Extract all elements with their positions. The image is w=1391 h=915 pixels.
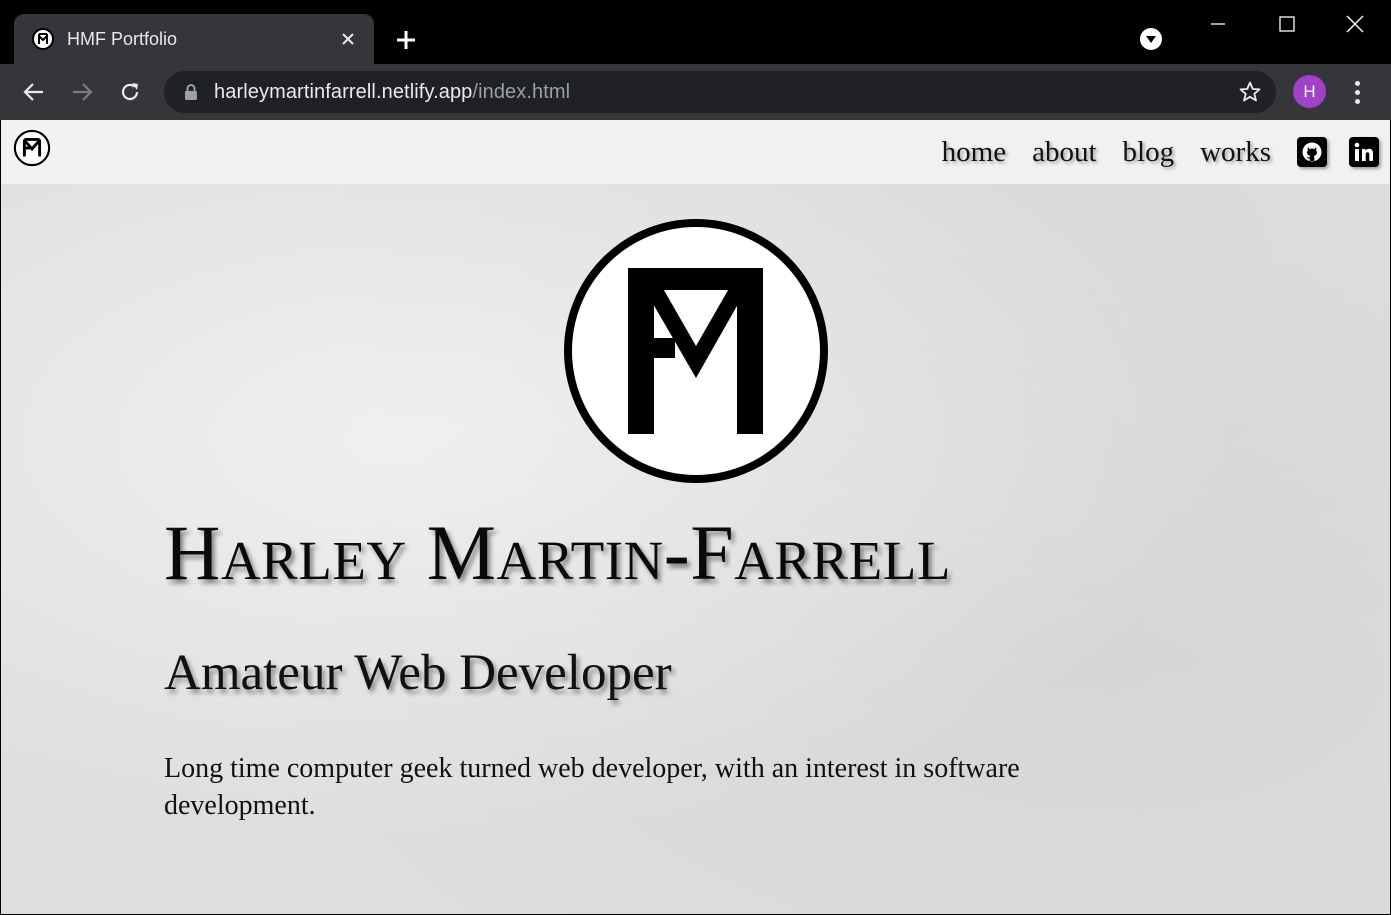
nav-link-works[interactable]: works [1200, 136, 1271, 169]
browser-toolbar: harleymartinfarrell.netlify.app/index.ht… [0, 64, 1391, 120]
forward-icon[interactable] [68, 78, 96, 106]
nav-link-home[interactable]: home [942, 136, 1006, 169]
browser-tab[interactable]: HMF Portfolio [14, 14, 374, 64]
hero-bio: Long time computer geek turned web devel… [164, 753, 1020, 821]
url-host: harleymartinfarrell.netlify.app [214, 80, 473, 103]
back-icon[interactable] [20, 78, 48, 106]
url-path: /index.html [472, 80, 571, 103]
profile-avatar[interactable]: H [1293, 75, 1326, 108]
bookmark-star-icon[interactable] [1238, 80, 1262, 104]
hero-role: Amateur Web Developer [164, 645, 672, 701]
url-text: harleymartinfarrell.netlify.app/index.ht… [214, 81, 570, 104]
page-content: home about blog works Harley Martin-Farr… [1, 120, 1390, 914]
maximize-icon[interactable] [1272, 10, 1302, 38]
close-window-icon[interactable] [1340, 10, 1370, 38]
new-tab-icon[interactable] [392, 26, 420, 54]
minimize-icon[interactable] [1203, 10, 1233, 38]
address-bar[interactable]: harleymartinfarrell.netlify.app/index.ht… [164, 71, 1276, 113]
nav-links: home about blog works [942, 120, 1390, 184]
reload-icon[interactable] [116, 78, 144, 106]
browser-titlebar: HMF Portfolio [0, 0, 1391, 64]
tab-close-icon[interactable] [338, 29, 358, 49]
hero-logo-icon [564, 219, 828, 483]
browser-menu-icon[interactable] [1345, 78, 1369, 106]
hero-name: Harley Martin-Farrell [164, 509, 951, 596]
nav-link-about[interactable]: about [1032, 136, 1096, 169]
site-logo-icon[interactable] [13, 129, 51, 167]
tab-search-icon[interactable] [1140, 28, 1162, 50]
linkedin-icon[interactable] [1349, 137, 1379, 167]
site-favicon-icon [32, 28, 54, 50]
lock-icon [185, 84, 197, 100]
site-navbar: home about blog works [1, 120, 1390, 184]
tab-title: HMF Portfolio [67, 28, 178, 49]
github-icon[interactable] [1297, 137, 1327, 167]
nav-link-blog[interactable]: blog [1123, 136, 1175, 169]
